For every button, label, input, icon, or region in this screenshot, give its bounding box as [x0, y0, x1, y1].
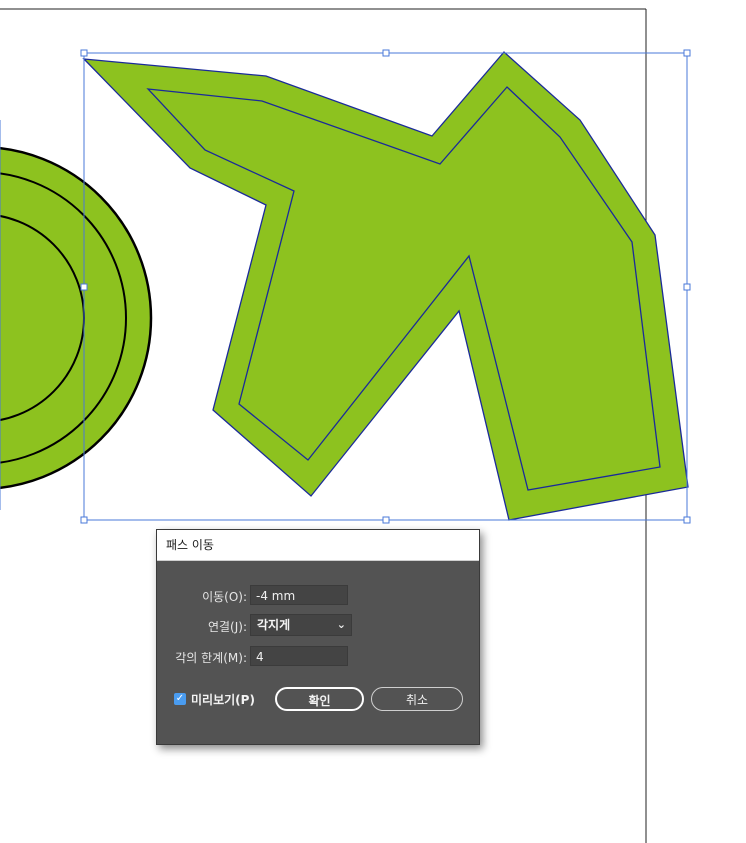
handle-top-center[interactable] — [382, 49, 390, 57]
selected-polygon-shape[interactable] — [82, 51, 689, 521]
offset-input[interactable]: -4 mm — [250, 585, 348, 605]
offset-path-dialog: 패스 이동 이동(O): -4 mm 연결(J): 각지게 ⌄ 각의 한계(M)… — [156, 529, 480, 745]
joins-select-value: 각지게 — [257, 618, 291, 632]
offset-row: 이동(O): -4 mm — [157, 585, 479, 607]
handle-middle-left[interactable] — [80, 283, 88, 291]
joins-select[interactable]: 각지게 ⌄ — [250, 614, 352, 636]
handle-middle-right[interactable] — [683, 283, 691, 291]
handle-bottom-right[interactable] — [683, 516, 691, 524]
joins-label: 연결(J): — [207, 620, 247, 634]
handle-bottom-left[interactable] — [80, 516, 88, 524]
dialog-title: 패스 이동 — [157, 530, 479, 561]
circle-shape-group[interactable] — [0, 146, 153, 490]
checkmark-icon: ✓ — [175, 693, 185, 704]
preview-checkbox[interactable]: ✓ — [174, 693, 186, 705]
handle-top-right[interactable] — [683, 49, 691, 57]
offset-label: 이동(O): — [202, 590, 247, 604]
joins-row: 연결(J): 각지게 ⌄ — [157, 614, 479, 636]
miter-limit-input[interactable]: 4 — [250, 646, 348, 666]
miter-limit-row: 각의 한계(M): 4 — [157, 646, 479, 668]
handle-top-left[interactable] — [80, 49, 88, 57]
preview-label[interactable]: 미리보기(P) — [191, 691, 255, 708]
ok-button[interactable]: 확인 — [275, 687, 364, 711]
chevron-down-icon: ⌄ — [336, 618, 346, 631]
miter-limit-label: 각의 한계(M): — [175, 651, 247, 665]
handle-bottom-center[interactable] — [382, 516, 390, 524]
cancel-button[interactable]: 취소 — [371, 687, 463, 711]
